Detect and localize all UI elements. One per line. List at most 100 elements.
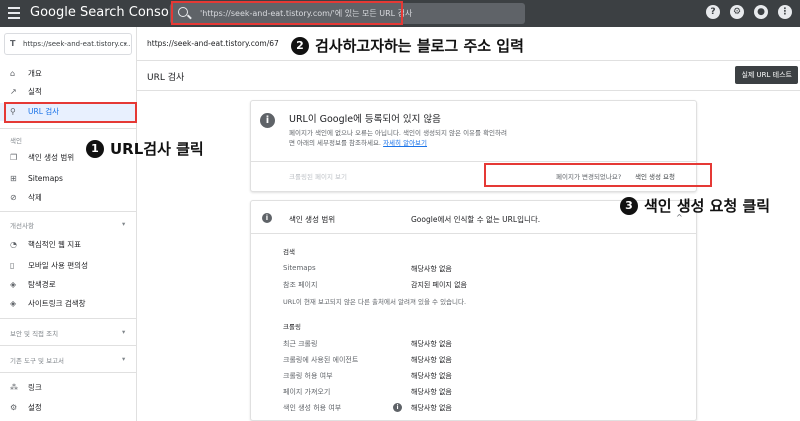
sidebar-divider xyxy=(0,128,137,129)
links-icon: ⁂ xyxy=(10,383,18,392)
step-text: URL검사 클릭 xyxy=(110,140,204,158)
inspected-url: https://seek-and-eat.tistory.com/67 xyxy=(147,39,279,48)
removal-icon: ⊘ xyxy=(10,193,17,202)
property-icon: T xyxy=(10,39,16,48)
sitelink-icon: ◈ xyxy=(10,299,17,308)
page-header: URL 검사 실제 URL 테스트 xyxy=(137,61,800,91)
sidebar-item-label: 핵심적인 웹 지표 xyxy=(28,240,82,249)
url-inspection-highlight-box xyxy=(4,102,137,123)
apps-icon[interactable]: ⋮ xyxy=(778,5,792,19)
sidebar-item-overview[interactable]: ⌂ 개요 xyxy=(0,65,137,83)
info-icon: i xyxy=(260,113,275,128)
chevron-up-icon: ▾ xyxy=(122,220,126,228)
step-text: 색인 생성 요청 클릭 xyxy=(644,197,771,215)
sidebar-item-sitelinks-searchbox[interactable]: ◈ 사이트링크 검색창 xyxy=(0,295,137,313)
row-value: 해당사항 없음 xyxy=(411,404,452,412)
home-icon: ⌂ xyxy=(10,69,16,78)
learn-more-link[interactable]: 자세히 알아보기 xyxy=(383,139,427,147)
sidebar-section-security[interactable]: 보안 및 직접 조치 ▾ xyxy=(10,328,125,338)
menu-icon[interactable] xyxy=(8,7,20,19)
sidebar-item-links[interactable]: ⁂ 링크 xyxy=(0,379,137,397)
sidebar-divider xyxy=(0,372,137,373)
row-value: 해당사항 없음 xyxy=(411,265,452,273)
row-label: 참조 페이지 xyxy=(283,281,318,289)
sidebar-item-performance[interactable]: ↗ 실적 xyxy=(0,83,137,101)
view-crawled-page-button[interactable]: 크롤링된 페이지 보기 xyxy=(289,171,347,181)
sidebar-item-mobile-usability[interactable]: ▯ 모바일 사용 편의성 xyxy=(0,257,137,275)
sidebar-section-enhancements[interactable]: 개선사항 ▾ xyxy=(10,220,125,230)
trending-icon: ↗ xyxy=(10,87,17,96)
row-label: 최근 크롤링 xyxy=(283,340,318,348)
coverage-status: Google에서 인식할 수 없는 URL입니다. xyxy=(411,215,541,224)
mobile-icon: ▯ xyxy=(10,261,15,270)
discovery-section-label: 검색 xyxy=(283,248,295,256)
sidebar-item-core-web-vitals[interactable]: ◔ 핵심적인 웹 지표 xyxy=(0,236,137,254)
settings-icon: ⚙ xyxy=(10,403,18,412)
section-label: 보안 및 직접 조치 xyxy=(10,330,59,338)
help-icon[interactable]: ? xyxy=(706,5,720,19)
step-number: 2 xyxy=(291,36,309,55)
notifications-icon[interactable]: ● xyxy=(754,5,768,19)
step-number: 1 xyxy=(86,139,104,158)
sidebar-item-sitemaps[interactable]: ⊞ Sitemaps xyxy=(0,170,137,188)
page-title: URL 검사 xyxy=(147,73,185,83)
sidebar-item-label: 링크 xyxy=(28,383,42,392)
row-value: 감지된 페이지 없음 xyxy=(411,281,467,289)
card-divider xyxy=(251,161,696,162)
coverage-card: i 색인 생성 범위 Google에서 인식할 수 없는 URL입니다. ^ 검… xyxy=(250,200,697,421)
chevron-down-icon: ▾ xyxy=(122,355,126,363)
search-highlight-box xyxy=(171,1,403,25)
sidebar-item-breadcrumbs[interactable]: ◈ 탐색경로 xyxy=(0,276,137,294)
property-selector[interactable]: T https://seek-and-eat.tistory.c... ▾ xyxy=(4,33,132,55)
sidebar-section-legacy[interactable]: 기존 도구 및 보고서 ▾ xyxy=(10,355,125,365)
section-label: 색인 xyxy=(10,137,22,145)
row-label: 크롤링에 사용된 에이전트 xyxy=(283,356,359,364)
sidebar: T https://seek-and-eat.tistory.c... ▾ ⌂ … xyxy=(0,27,137,421)
section-label: 개선사항 xyxy=(10,222,34,230)
breadcrumb-icon: ◈ xyxy=(10,280,17,289)
row-label: 색인 생성 허용 여부 xyxy=(283,404,342,412)
sidebar-item-label: 탐색경로 xyxy=(28,280,56,289)
live-url-test-button[interactable]: 실제 URL 테스트 xyxy=(735,66,798,84)
speed-icon: ◔ xyxy=(10,240,17,249)
chevron-down-icon: ▾ xyxy=(122,328,126,336)
sidebar-divider xyxy=(0,345,137,346)
sidebar-item-removals[interactable]: ⊘ 삭제 xyxy=(0,189,137,207)
status-desc-line1: 페이지가 색인에 없으나 오류는 아닙니다. 색인이 생성되지 않은 이유를 확… xyxy=(289,129,508,137)
crawl-section-label: 크롤링 xyxy=(283,323,301,331)
sidebar-section-index[interactable]: 색인 xyxy=(10,135,22,145)
sidebar-item-label: 모바일 사용 편의성 xyxy=(28,261,88,270)
status-description: 페이지가 색인에 없으나 오류는 아닙니다. 색인이 생성되지 않은 이유를 확… xyxy=(289,128,589,148)
sidebar-item-settings[interactable]: ⚙ 설정 xyxy=(0,399,137,417)
step-number: 3 xyxy=(620,196,638,215)
row-label: 페이지 가져오기 xyxy=(283,388,331,396)
sidebar-item-label: 색인 생성 범위 xyxy=(28,153,75,162)
row-value: 해당사항 없음 xyxy=(411,388,452,396)
row-label: 크롤링 허용 여부 xyxy=(283,372,333,380)
row-value: 해당사항 없음 xyxy=(411,340,452,348)
request-indexing-highlight-box xyxy=(484,163,712,187)
status-desc-line2: 면 아래의 세부정보를 참조하세요. xyxy=(289,139,381,147)
sidebar-item-label: 삭제 xyxy=(28,193,42,202)
account-settings-icon[interactable]: ⚙ xyxy=(730,5,744,19)
sidebar-item-label: 개요 xyxy=(28,69,42,78)
coverage-title: 색인 생성 범위 xyxy=(289,215,336,224)
card-divider xyxy=(251,233,696,234)
sidebar-item-label: 설정 xyxy=(28,403,42,412)
sidebar-item-label: 사이트링크 검색창 xyxy=(28,299,86,308)
row-value: 해당사항 없음 xyxy=(411,372,452,380)
sidebar-item-label: Sitemaps xyxy=(28,174,63,183)
row-value: 해당사항 없음 xyxy=(411,356,452,364)
sidebar-divider xyxy=(0,211,137,212)
coverage-icon: ❐ xyxy=(10,153,18,162)
top-icons: ? ⚙ ● ⋮ xyxy=(706,5,792,19)
annotation-step-2: 2 검사하고자하는 블로그 주소 입력 xyxy=(291,35,524,56)
section-label: 기존 도구 및 보고서 xyxy=(10,357,65,365)
chevron-down-icon: ▾ xyxy=(123,40,127,48)
row-label: Sitemaps xyxy=(283,264,316,272)
app-logo: Google Search Console xyxy=(30,5,181,20)
info-icon[interactable]: i xyxy=(393,403,402,412)
status-title: URL이 Google에 등록되어 있지 않음 xyxy=(289,114,441,125)
sitemap-icon: ⊞ xyxy=(10,174,17,183)
annotation-step-3: 3 색인 생성 요청 클릭 xyxy=(620,195,770,216)
